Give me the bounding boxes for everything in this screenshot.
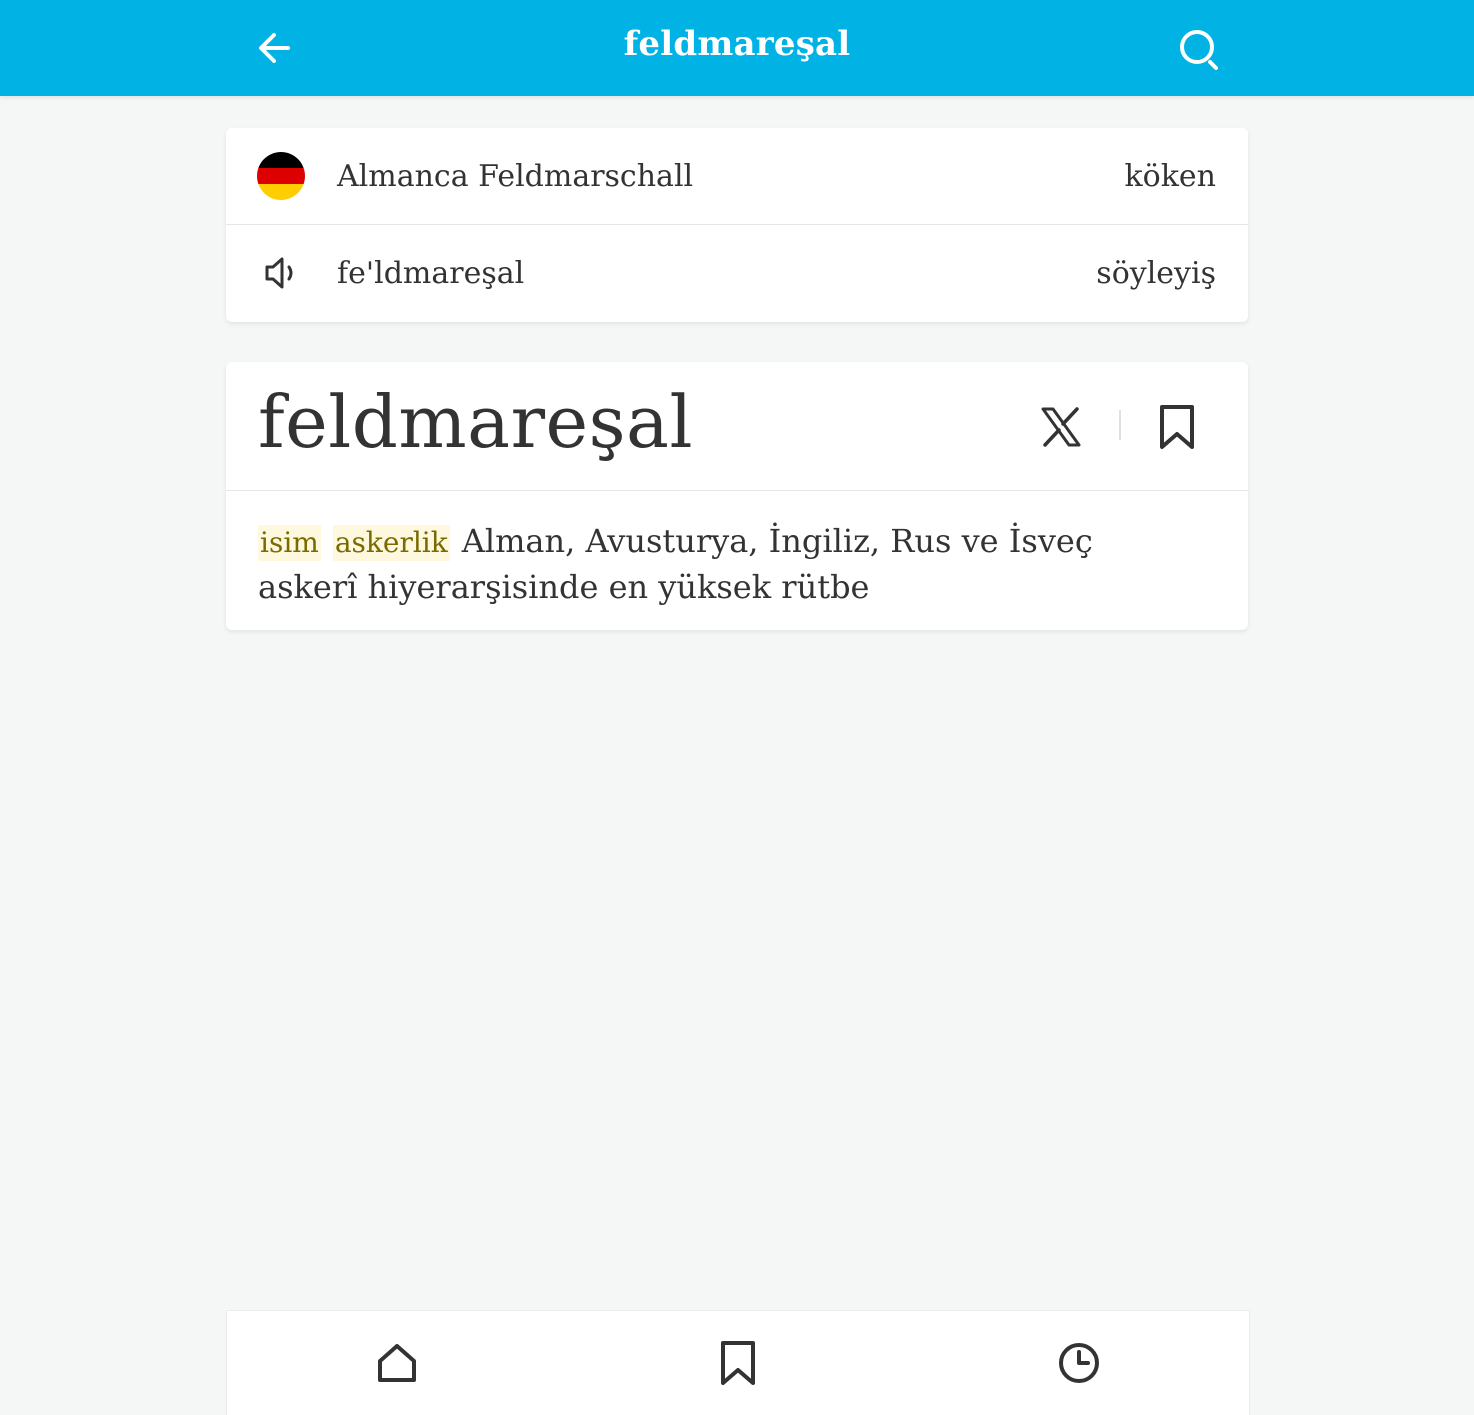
tag-field: askerlik [332,525,450,561]
nav-bookmarks[interactable] [568,1311,909,1415]
x-logo-icon [1041,407,1081,447]
bookmark-icon [1160,405,1194,449]
pronunciation-label: söyleyiş [1096,255,1216,291]
nav-home[interactable] [227,1311,568,1415]
pronunciation-value: fe'ldmareşal [337,255,525,291]
origin-row: Almanca Feldmarschall köken [226,128,1248,224]
search-button[interactable] [1172,22,1228,78]
entry-word: feldmareşal [258,380,694,464]
bottom-navigation [226,1310,1250,1415]
origin-value: Almanca Feldmarschall [337,158,694,194]
meaning: isim askerlik Alman, Avusturya, İngiliz, R… [258,518,1158,610]
app-header: feldmareşal [0,0,1474,96]
home-icon [378,1344,417,1382]
entry-header: feldmareşal [226,362,1248,491]
search-icon [1180,30,1218,70]
speaker-icon[interactable] [256,248,306,298]
share-x-button[interactable] [1036,402,1086,452]
info-card: Almanca Feldmarschall köken fe'ldmareşal… [226,128,1248,322]
tag-pos: isim [258,525,321,561]
germany-flag-icon [256,151,306,201]
pronunciation-row[interactable]: fe'ldmareşal söyleyiş [226,224,1248,321]
entry-card: feldmareşal isim askerlik Alman, Avusturya… [226,362,1248,630]
bookmark-icon [721,1341,755,1385]
bookmark-button[interactable] [1152,402,1202,452]
page-title: feldmareşal [623,24,851,64]
history-clock-icon [1058,1343,1099,1383]
divider [1119,410,1121,440]
nav-history[interactable] [908,1311,1249,1415]
origin-label: köken [1124,158,1217,194]
